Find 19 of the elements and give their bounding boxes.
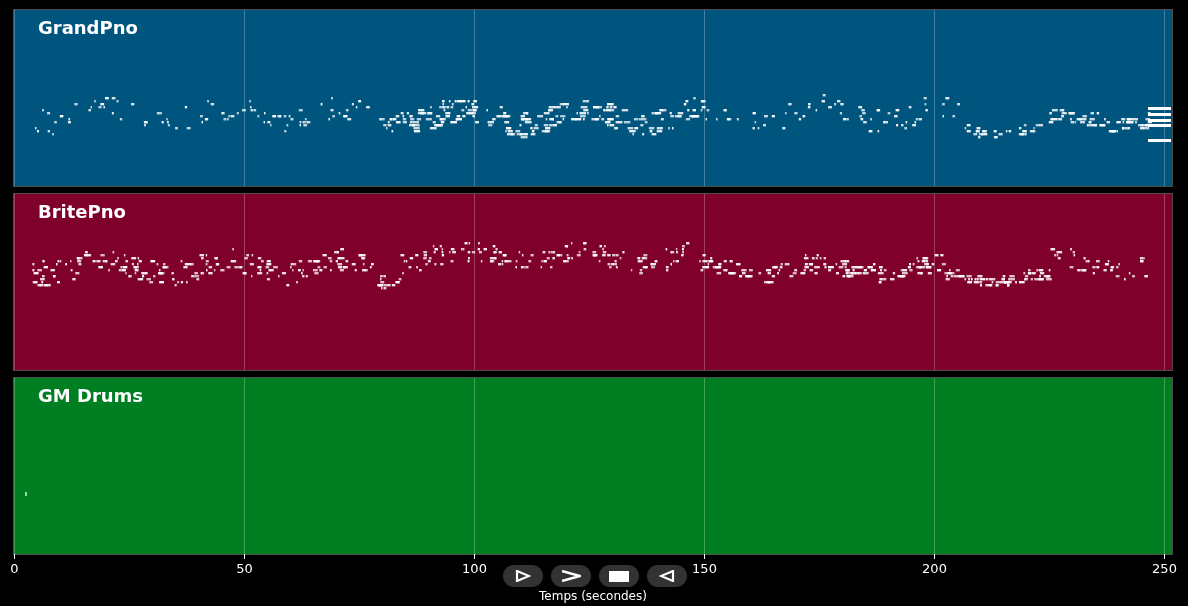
axis-tick-label: 150 bbox=[692, 561, 717, 577]
note-mark bbox=[25, 492, 27, 496]
forward-button[interactable] bbox=[551, 565, 591, 587]
axis-tick-label: 200 bbox=[922, 561, 947, 577]
track-name: BritePno bbox=[38, 201, 126, 223]
axis-tick-label: 250 bbox=[1152, 561, 1177, 577]
stop-icon bbox=[609, 570, 629, 582]
axis-tick-label: 100 bbox=[462, 561, 487, 577]
triangle-left-icon bbox=[659, 570, 675, 582]
stop-button[interactable] bbox=[599, 565, 639, 587]
chevron-right-icon bbox=[561, 570, 581, 582]
track-name: GM Drums bbox=[38, 385, 144, 407]
axis-tick-label: 0 bbox=[10, 561, 19, 577]
triangle-right-icon bbox=[515, 570, 531, 582]
axis-tick-label: 50 bbox=[236, 561, 253, 577]
back-button[interactable] bbox=[647, 565, 687, 587]
track-name: GrandPno bbox=[38, 17, 138, 39]
play-button[interactable] bbox=[503, 565, 543, 587]
axis-title: Temps (secondes) bbox=[539, 589, 647, 603]
